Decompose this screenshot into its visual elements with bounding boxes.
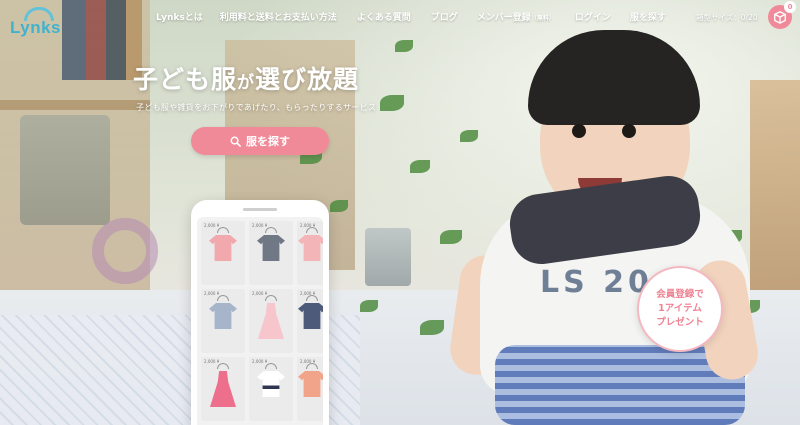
hero-title: 子ども服が選び放題 [133,60,359,96]
hanger-icon [265,295,277,301]
clothing-item-card[interactable]: 2,000 ¥ [297,357,323,421]
nav-search-clothes[interactable]: 服を探す [630,10,666,23]
site-header: Lynks Lynksとは 利用料と送料とお支払い方法 よくある質問 ブログ メ… [0,0,800,37]
logo-text: Lynks [10,18,62,37]
hanger-icon [217,227,229,233]
leaf [460,130,478,142]
hero-background-photo: LS 20 [0,0,800,425]
nav-register-free: （無料） [530,15,555,22]
hanger-icon [217,295,229,301]
item-price: 2,000 ¥ [252,359,268,364]
leaf [330,200,348,212]
item-price: 2,000 ¥ [204,359,220,364]
nav-faq[interactable]: よくある質問 [357,10,411,23]
search-icon [230,136,241,147]
phone-speaker [243,208,277,211]
hero-title-part-2: が [237,73,256,93]
tshirt-icon [209,303,237,329]
hanger-icon [217,363,229,369]
item-price: 2,000 ¥ [204,291,220,296]
tshirt-icon [209,235,237,261]
child-eye [572,124,586,138]
cart-count-badge: 0 [784,1,796,13]
box-icon [774,11,786,24]
tshirt-icon [298,235,323,261]
nav-about[interactable]: Lynksとは [156,10,203,23]
clothing-item-card[interactable]: 2,000 ¥ [297,221,323,285]
tin-bucket [20,115,110,225]
member-registration-badge[interactable]: 会員登録で 1アイテム プレゼント [637,266,723,352]
nav-register[interactable]: メンバー登録（無料） [477,10,555,23]
leaf [395,40,413,52]
hanger-icon [265,227,277,233]
child-hair [528,30,700,125]
search-clothes-label: 服を探す [246,135,290,148]
hero-title-part-3: 選び放題 [255,65,360,94]
nav-login[interactable]: ログイン [575,10,611,23]
hanger-icon [306,295,318,301]
tshirt-icon [298,371,323,397]
nav-register-label: メンバー登録 [476,13,531,23]
hanger-icon [306,363,318,369]
child-eye [622,124,636,138]
flower-wreath [92,218,158,284]
watering-can [365,228,411,286]
tshirt-icon [257,235,285,261]
tshirt-icon [298,303,323,329]
shelf-board [0,100,150,110]
hero-subtitle: 子ども服や雑貨をお下がりであげたり、もらったりするサービス [136,103,377,112]
cart-button[interactable]: 0 [768,1,796,29]
hero-title-part-1: 子ども服 [133,65,238,94]
badge-line-2: 1アイテム [658,303,702,315]
clothing-item-card[interactable]: 2,000 ¥ [297,289,323,353]
leaf [410,160,430,173]
clothing-item-card[interactable]: 2,000 ¥ [249,289,293,353]
dress-icon [258,303,284,339]
clothing-item-card[interactable]: 2,000 ¥ [249,357,293,421]
item-price: 2,000 ¥ [252,223,268,228]
dress-icon [210,371,236,407]
hanger-icon [306,227,318,233]
leaf [380,95,404,111]
clothing-item-card[interactable]: 2,000 ¥ [201,289,245,353]
box-size-counter: 箱型サイズ：0/20 [696,13,758,22]
clothing-item-card[interactable]: 2,000 ¥ [249,221,293,285]
item-price: 2,000 ¥ [204,223,220,228]
nav-pricing[interactable]: 利用料と送料とお支払い方法 [220,10,337,23]
item-price: 2,000 ¥ [252,291,268,296]
wooden-crate-right [750,80,800,290]
phone-mockup: 2,000 ¥ 2,000 ¥ 2,000 ¥ 2,000 ¥ 2,000 ¥ 2,000… [191,200,329,425]
phone-screen: 2,000 ¥ 2,000 ¥ 2,000 ¥ 2,000 ¥ 2,000 ¥ 2,000… [197,217,323,425]
clothing-grid: 2,000 ¥ 2,000 ¥ 2,000 ¥ 2,000 ¥ 2,000 ¥ 2,000… [201,221,323,421]
badge-line-3: プレゼント [656,316,704,328]
clothing-item-card[interactable]: 2,000 ¥ [201,221,245,285]
badge-line-1: 会員登録で [656,289,704,301]
nav-blog[interactable]: ブログ [431,10,458,23]
tshirt-icon [257,371,285,397]
logo[interactable]: Lynks [10,7,66,37]
leaf [440,230,462,244]
search-clothes-button[interactable]: 服を探す [191,127,329,155]
main-nav: Lynksとは 利用料と送料とお支払い方法 よくある質問 ブログ メンバー登録（… [156,10,666,23]
leaf [360,300,378,312]
hanger-icon [265,363,277,369]
leaf [420,320,444,335]
clothing-item-card[interactable]: 2,000 ¥ [201,357,245,421]
